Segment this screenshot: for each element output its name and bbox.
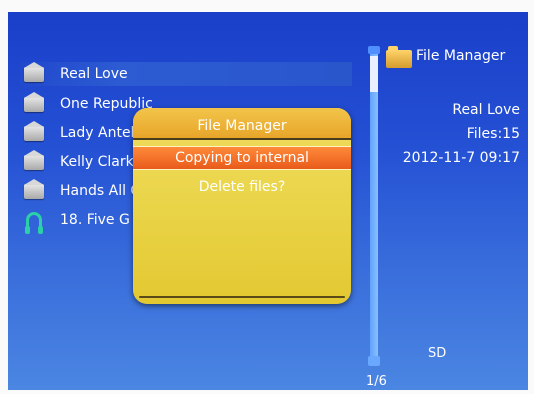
scroll-down-arrow[interactable] [368, 356, 380, 366]
page-indicator: 1/6 [366, 374, 387, 389]
list-item-label: Kelly Clark [60, 154, 134, 170]
panel-title: File Manager [416, 48, 506, 64]
storage-label: SD [428, 346, 447, 361]
envelope-icon [20, 178, 48, 202]
date-time: 2012-11-7 09:17 [402, 150, 520, 166]
scrollbar-track[interactable] [370, 48, 378, 362]
list-item[interactable]: Real Love [20, 61, 352, 86]
list-item-label: Real Love [60, 66, 128, 82]
list-item-label: Lady Antel [60, 125, 135, 141]
scroll-up-arrow[interactable] [368, 46, 380, 54]
dialog-title: File Manager [133, 108, 351, 140]
envelope-icon [20, 149, 48, 173]
envelope-icon [20, 91, 48, 115]
list-item-label: 18. Five G [60, 212, 130, 228]
headphone-icon [20, 209, 48, 234]
screen: Real Love One Republic Lady Antel Kelly … [8, 12, 528, 390]
scrollbar-thumb[interactable] [370, 56, 378, 92]
envelope-icon [20, 120, 48, 144]
folder-icon [386, 46, 412, 68]
list-item-label: Hands All C [60, 183, 141, 199]
file-manager-dialog: File Manager Copying to internal Delete … [133, 108, 351, 304]
envelope-icon [20, 61, 48, 85]
option-delete-files[interactable]: Delete files? [133, 176, 351, 198]
file-count: Files:15 [466, 126, 520, 142]
option-copy-to-internal[interactable]: Copying to internal [133, 146, 351, 170]
dialog-divider [139, 296, 345, 298]
selected-file-name: Real Love [452, 102, 520, 118]
